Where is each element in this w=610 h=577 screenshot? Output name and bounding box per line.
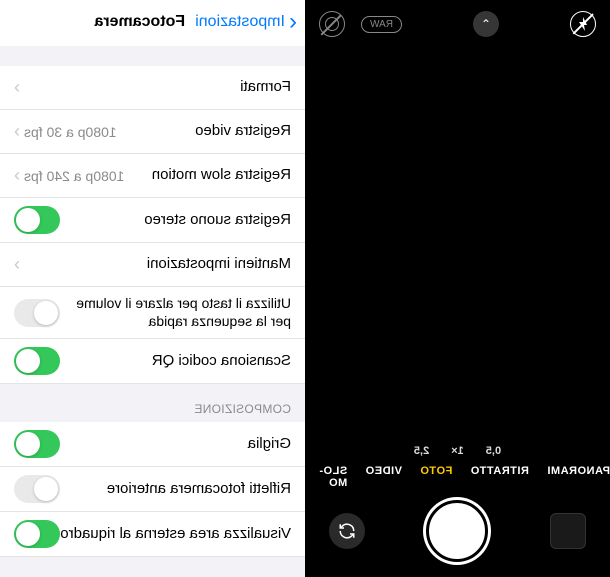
row-label: Scansiona codici QR bbox=[60, 352, 291, 371]
mode-ritratto[interactable]: RITRATTO bbox=[470, 465, 529, 489]
nav-header: ‹ Impostazioni Fotocamera bbox=[0, 0, 305, 46]
camera-top-bar: ⌃ RAW bbox=[305, 0, 610, 48]
toggle-esterna[interactable] bbox=[14, 520, 60, 548]
row-label: Formati bbox=[20, 78, 291, 97]
toggle-qr[interactable] bbox=[14, 347, 60, 375]
toggle-griglia[interactable] bbox=[14, 430, 60, 458]
camera-panel: ⌃ RAW 0,5 1× 2,5 PANORAMI RITRATTO FOTO … bbox=[305, 0, 610, 577]
settings-list: Formati › Registra video 1080p a 30 fps … bbox=[0, 66, 305, 577]
toggle-suono-stereo[interactable] bbox=[14, 206, 60, 234]
row-formati[interactable]: Formati › bbox=[0, 66, 305, 110]
row-suono-stereo: Registra suono stereo bbox=[0, 198, 305, 243]
live-photo-off-icon[interactable] bbox=[319, 11, 345, 37]
row-label: Registra suono stereo bbox=[60, 211, 291, 230]
mode-slomo[interactable]: SLO-MO bbox=[305, 465, 347, 489]
zoom-1x[interactable]: 1× bbox=[451, 445, 464, 457]
chevron-right-icon: › bbox=[14, 254, 20, 275]
flip-camera-icon[interactable] bbox=[329, 513, 365, 549]
back-chevron-icon[interactable]: ‹ bbox=[289, 10, 297, 34]
settings-panel: ‹ Impostazioni Fotocamera Formati › Regi… bbox=[0, 0, 305, 577]
row-griglia: Griglia bbox=[0, 422, 305, 467]
row-qr: Scansiona codici QR bbox=[0, 339, 305, 384]
row-esterna: Visualizza area esterna al riquadro bbox=[0, 512, 305, 557]
back-button-label[interactable]: Impostazioni bbox=[195, 13, 285, 31]
toggle-rifletti[interactable] bbox=[14, 475, 60, 503]
zoom-2-5[interactable]: 2,5 bbox=[414, 445, 429, 457]
raw-badge[interactable]: RAW bbox=[361, 16, 402, 33]
row-rifletti: Rifletti fotocamera anteriore bbox=[0, 467, 305, 512]
row-label: Visualizza area esterna al riquadro bbox=[60, 525, 291, 544]
chevron-right-icon: › bbox=[14, 165, 20, 186]
mode-video[interactable]: VIDEO bbox=[365, 465, 402, 489]
row-label: Registra slow motion bbox=[124, 166, 291, 185]
row-label: Rifletti fotocamera anteriore bbox=[60, 480, 291, 499]
row-detail: 1080p a 30 fps bbox=[24, 124, 117, 140]
page-title: Fotocamera bbox=[94, 13, 185, 31]
row-registra-video[interactable]: Registra video 1080p a 30 fps › bbox=[0, 110, 305, 154]
row-label: Utilizza il tasto per alzare il volume p… bbox=[60, 295, 291, 330]
row-registra-slow[interactable]: Registra slow motion 1080p a 240 fps › bbox=[0, 154, 305, 198]
section-acquisizione: ACQUISIZIONE FOTO bbox=[0, 557, 305, 577]
chevron-right-icon: › bbox=[14, 121, 20, 142]
row-mantieni[interactable]: Mantieni impostazioni › bbox=[0, 243, 305, 287]
shutter-button[interactable] bbox=[427, 500, 489, 562]
row-detail: 1080p a 240 fps bbox=[24, 168, 124, 184]
row-label: Registra video bbox=[117, 122, 291, 141]
shutter-bar bbox=[305, 495, 610, 567]
mode-foto[interactable]: FOTO bbox=[420, 465, 452, 489]
mode-pano[interactable]: PANORAMI bbox=[547, 465, 610, 489]
mode-selector[interactable]: PANORAMI RITRATTO FOTO VIDEO SLO-MO bbox=[305, 465, 610, 489]
row-label: Griglia bbox=[60, 435, 291, 454]
row-label: Mantieni impostazioni bbox=[20, 255, 291, 274]
chevron-up-icon[interactable]: ⌃ bbox=[473, 11, 499, 37]
section-composizione: COMPOSIZIONE bbox=[0, 384, 305, 422]
row-volume-tasto: Utilizza il tasto per alzare il volume p… bbox=[0, 287, 305, 339]
flash-off-icon[interactable] bbox=[570, 11, 596, 37]
zoom-0-5[interactable]: 0,5 bbox=[486, 445, 501, 457]
zoom-selector[interactable]: 0,5 1× 2,5 bbox=[305, 445, 610, 457]
last-photo-thumbnail[interactable] bbox=[550, 513, 586, 549]
chevron-right-icon: › bbox=[14, 77, 20, 98]
toggle-volume-tasto[interactable] bbox=[14, 299, 60, 327]
